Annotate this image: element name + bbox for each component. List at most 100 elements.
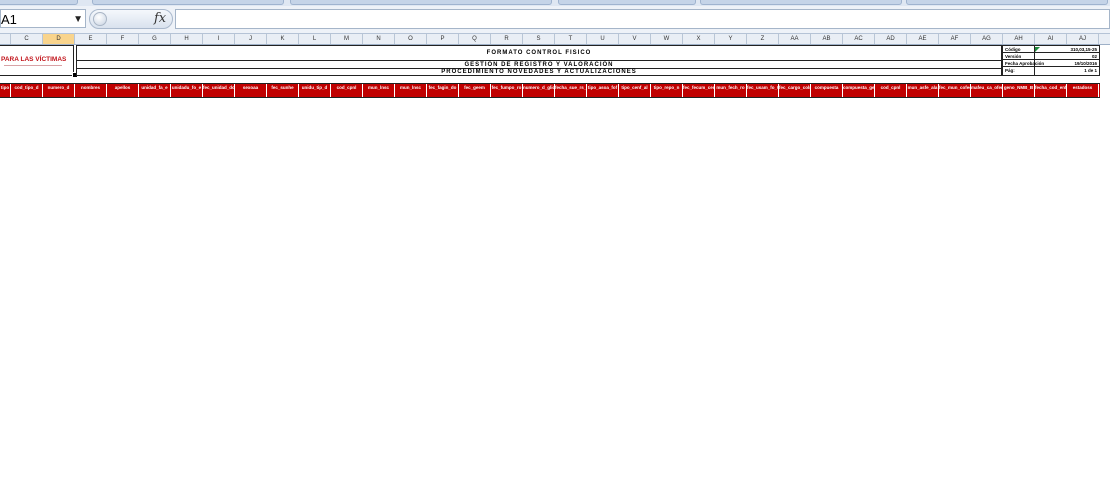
data-header-cell[interactable]: sexoaa: [235, 84, 267, 97]
meta-label: Pág:: [1005, 68, 1015, 73]
data-header-cell[interactable]: fec_sunhe: [267, 84, 299, 97]
insert-function-icon[interactable]: fx: [154, 11, 166, 26]
column-header-x[interactable]: X: [683, 34, 715, 44]
logo-text: PARA LAS VÍCTIMAS: [1, 56, 67, 63]
data-header-cell[interactable]: unidadu_fo_e: [171, 84, 203, 97]
meta-value: 02: [1091, 54, 1097, 59]
meta-label: Versión: [1005, 54, 1022, 59]
column-header-c[interactable]: C: [11, 34, 43, 44]
column-header-af[interactable]: AF: [939, 34, 971, 44]
column-header-ad[interactable]: AD: [875, 34, 907, 44]
ribbon-tab-edge[interactable]: [700, 0, 902, 5]
data-header-cell[interactable]: fec_usam_fo_001: [747, 84, 779, 97]
data-header-cell[interactable]: mun_fech_ro: [715, 84, 747, 97]
column-header-ab[interactable]: AB: [811, 34, 843, 44]
data-header-cell[interactable]: tipo_repo_n: [651, 84, 683, 97]
data-header-cell[interactable]: mafeu_ca_ofem_ca: [971, 84, 1003, 97]
column-headers: C D E F G H I J K L M N O P Q R S T U V W X Y Z AA AB AC AD AE AF AG AH…: [0, 34, 1110, 45]
ribbon-tab-edge[interactable]: [0, 0, 78, 5]
data-header-cell[interactable]: mun_asfe_ala: [907, 84, 939, 97]
column-header-t[interactable]: T: [555, 34, 587, 44]
data-header-cell[interactable]: tipo: [0, 84, 11, 97]
column-header-d[interactable]: D: [43, 34, 75, 44]
column-header-ae[interactable]: AE: [907, 34, 939, 44]
column-header-ah[interactable]: AH: [1003, 34, 1035, 44]
meta-value: 1 de 1: [1084, 68, 1097, 73]
data-header-cell[interactable]: fec_fumpo_ro: [491, 84, 523, 97]
column-header-r[interactable]: R: [491, 34, 523, 44]
ribbon-tab-edge[interactable]: [290, 0, 552, 5]
column-header-ai[interactable]: AI: [1035, 34, 1067, 44]
sheet-grid[interactable]: [0, 45, 1110, 491]
data-header-cell[interactable]: fec_mun_cofeda: [939, 84, 971, 97]
column-header-ag[interactable]: AG: [971, 34, 1003, 44]
data-header-cell[interactable]: tipo_asoa_fof: [587, 84, 619, 97]
document-procedure: PROCEDIMIENTO NOVEDADES Y ACTUALIZACIONE…: [441, 69, 637, 75]
column-header-g[interactable]: G: [139, 34, 171, 44]
ribbon-tab-edge[interactable]: [906, 0, 1108, 5]
data-header-cell[interactable]: fecha_cod_enfe_cpnl: [1035, 84, 1067, 97]
column-header-j[interactable]: J: [235, 34, 267, 44]
document-title: FORMATO CONTROL FISICO: [77, 46, 1001, 61]
column-header-aa[interactable]: AA: [779, 34, 811, 44]
column-header-y[interactable]: Y: [715, 34, 747, 44]
data-header-cell[interactable]: fec_unidad_dos: [203, 84, 235, 97]
meta-row: Código 310,03,15-25: [1003, 46, 1099, 53]
chevron-down-icon[interactable]: ▼: [73, 10, 83, 29]
column-header-l[interactable]: L: [299, 34, 331, 44]
data-header-cell[interactable]: cod_tipo_d: [11, 84, 43, 97]
ribbon-tab-edge[interactable]: [558, 0, 696, 5]
data-header-cell[interactable]: compuesta_gen: [843, 84, 875, 97]
data-header-cell[interactable]: mun_lnsc: [395, 84, 427, 97]
data-header-cell[interactable]: nombres: [75, 84, 107, 97]
formula-controls: fx: [89, 9, 173, 29]
ribbon-tab-edge[interactable]: [92, 0, 284, 5]
data-header-cell[interactable]: fec_cargo_coln: [779, 84, 811, 97]
data-header-cell[interactable]: numero_d_gliden: [523, 84, 555, 97]
data-header-cell[interactable]: fec_geem: [459, 84, 491, 97]
column-header-e[interactable]: E: [75, 34, 107, 44]
column-header-z[interactable]: Z: [747, 34, 779, 44]
formula-input[interactable]: [175, 9, 1110, 29]
column-header-i[interactable]: I: [203, 34, 235, 44]
name-box[interactable]: A1 ▼: [0, 9, 86, 28]
column-header-aj[interactable]: AJ: [1067, 34, 1099, 44]
logo-underline: [4, 65, 62, 66]
data-header-cell[interactable]: estadoss: [1067, 84, 1099, 97]
data-header-cell[interactable]: unidu_tip_d: [299, 84, 331, 97]
expand-circle-icon[interactable]: [93, 12, 107, 26]
column-header-s[interactable]: S: [523, 34, 555, 44]
data-header-cell[interactable]: fecha_sue_rs_cpnl: [555, 84, 587, 97]
column-header-o[interactable]: O: [395, 34, 427, 44]
data-header-cell[interactable]: cod_cpnl: [875, 84, 907, 97]
column-header-k[interactable]: K: [267, 34, 299, 44]
name-box-value: A1: [1, 12, 17, 27]
column-header-f[interactable]: F: [107, 34, 139, 44]
data-header-cell[interactable]: unidad_fa_e: [139, 84, 171, 97]
data-header-cell[interactable]: fec_fagin_do: [427, 84, 459, 97]
data-header-cell[interactable]: fec_fecum_cenb: [683, 84, 715, 97]
column-header-u[interactable]: U: [587, 34, 619, 44]
logo-cell[interactable]: PARA LAS VÍCTIMAS: [0, 45, 74, 76]
column-header-w[interactable]: W: [651, 34, 683, 44]
column-header-m[interactable]: M: [331, 34, 363, 44]
column-header-ac[interactable]: AC: [843, 34, 875, 44]
column-header-v[interactable]: V: [619, 34, 651, 44]
column-header-h[interactable]: H: [171, 34, 203, 44]
data-header-cell[interactable]: mun_lnsc: [363, 84, 395, 97]
data-header-cell[interactable]: numero_d: [43, 84, 75, 97]
document-subtitle: GESTIÓN DE REGISTRO Y VALORACIÓN: [77, 61, 1001, 69]
column-header-p[interactable]: P: [427, 34, 459, 44]
meta-label: Código: [1005, 47, 1021, 52]
column-header[interactable]: [0, 34, 11, 44]
data-header-cell[interactable]: apellos: [107, 84, 139, 97]
data-header-row: tipo cod_tipo_d numero_d nombres apellos unid…: [0, 83, 1100, 98]
meta-value: 310,03,15-25: [1070, 47, 1097, 52]
document-meta: Código 310,03,15-25 Versión 02 Fecha Aprob…: [1002, 45, 1100, 76]
data-header-cell[interactable]: tipo_cenf_al: [619, 84, 651, 97]
data-header-cell[interactable]: compuesta: [811, 84, 843, 97]
column-header-q[interactable]: Q: [459, 34, 491, 44]
data-header-cell[interactable]: cod_cpnl: [331, 84, 363, 97]
data-header-cell[interactable]: geno_NMB_B: [1003, 84, 1035, 97]
column-header-n[interactable]: N: [363, 34, 395, 44]
